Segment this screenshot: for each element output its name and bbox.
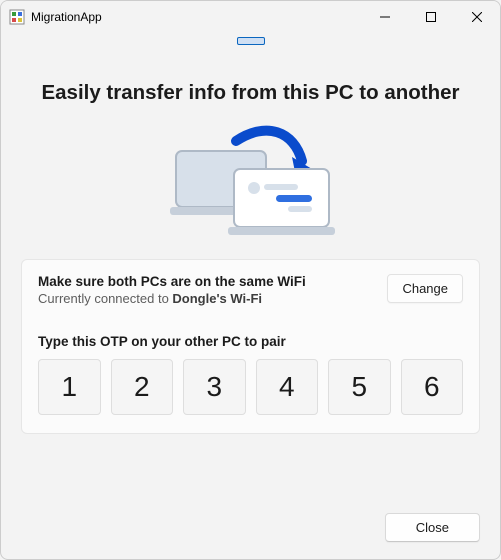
otp-instruction: Type this OTP on your other PC to pair bbox=[38, 334, 463, 349]
otp-digit: 6 bbox=[401, 359, 464, 415]
minimize-button[interactable] bbox=[362, 1, 408, 33]
pairing-card: Make sure both PCs are on the same WiFi … bbox=[21, 259, 480, 434]
wifi-status-prefix: Currently connected to bbox=[38, 291, 172, 306]
drag-handle-icon[interactable] bbox=[237, 37, 265, 45]
app-window: MigrationApp Easily transfer info from t… bbox=[0, 0, 501, 560]
otp-digit: 2 bbox=[111, 359, 174, 415]
close-button[interactable]: Close bbox=[385, 513, 480, 542]
wifi-text: Make sure both PCs are on the same WiFi … bbox=[38, 274, 306, 306]
wifi-row: Make sure both PCs are on the same WiFi … bbox=[38, 274, 463, 306]
otp-digit: 1 bbox=[38, 359, 101, 415]
transfer-illustration-icon bbox=[156, 121, 346, 241]
wifi-network-name: Dongle's Wi-Fi bbox=[172, 291, 262, 306]
otp-digit: 3 bbox=[183, 359, 246, 415]
content-area: Easily transfer info from this PC to ano… bbox=[1, 33, 500, 495]
window-title: MigrationApp bbox=[31, 10, 102, 24]
titlebar: MigrationApp bbox=[1, 1, 500, 33]
otp-boxes: 1 2 3 4 5 6 bbox=[38, 359, 463, 415]
otp-digit: 5 bbox=[328, 359, 391, 415]
maximize-button[interactable] bbox=[408, 1, 454, 33]
app-icon bbox=[9, 9, 25, 25]
wifi-status: Currently connected to Dongle's Wi-Fi bbox=[38, 291, 306, 306]
change-wifi-button[interactable]: Change bbox=[387, 274, 463, 303]
footer: Close bbox=[1, 495, 500, 559]
otp-digit: 4 bbox=[256, 359, 319, 415]
close-window-button[interactable] bbox=[454, 1, 500, 33]
wifi-instruction: Make sure both PCs are on the same WiFi bbox=[38, 274, 306, 289]
page-title: Easily transfer info from this PC to ano… bbox=[21, 81, 480, 105]
